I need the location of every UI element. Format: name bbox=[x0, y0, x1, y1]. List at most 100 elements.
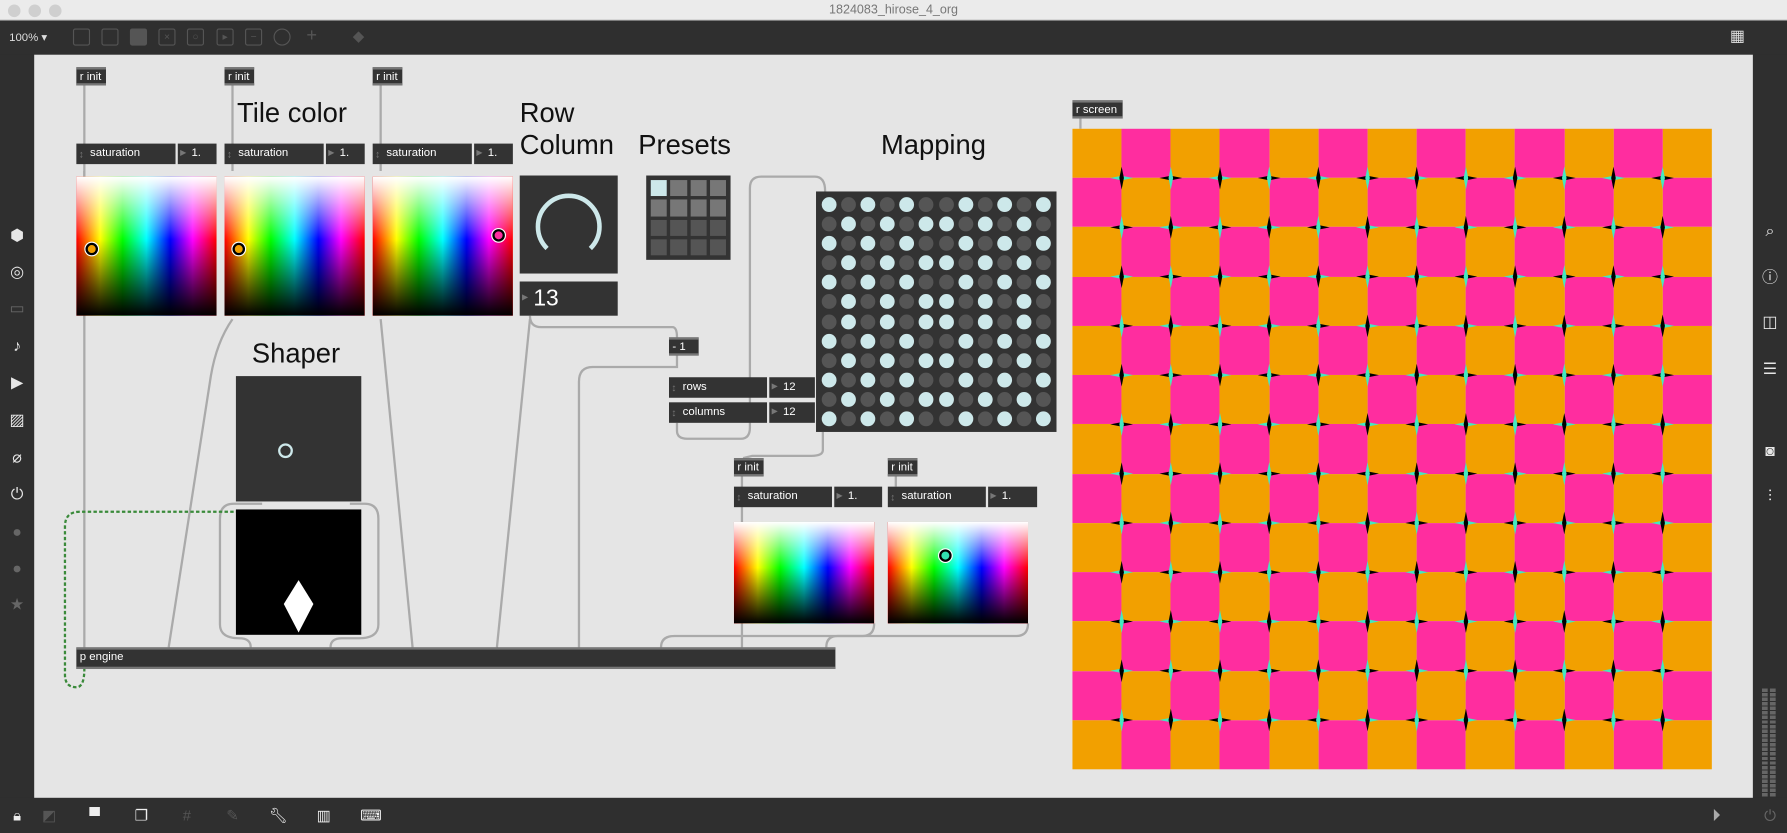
star-mark bbox=[1660, 413, 1665, 436]
star-mark bbox=[1463, 363, 1469, 387]
star-mark bbox=[1266, 363, 1272, 387]
star-mark bbox=[1266, 511, 1272, 535]
star-mark bbox=[1660, 314, 1665, 338]
star-mark bbox=[1562, 659, 1567, 683]
star-mark bbox=[1611, 166, 1616, 190]
star-mark bbox=[1611, 363, 1616, 387]
star-mark bbox=[1414, 610, 1420, 633]
star-mark bbox=[1414, 363, 1420, 387]
star-mark bbox=[1463, 265, 1469, 288]
star-mark bbox=[1512, 659, 1518, 683]
star-mark bbox=[1266, 560, 1272, 584]
star-mark bbox=[1168, 413, 1174, 436]
star-mark bbox=[1217, 462, 1223, 486]
star-mark bbox=[1463, 708, 1469, 732]
star-mark bbox=[1316, 363, 1321, 387]
star-mark bbox=[1266, 708, 1272, 732]
star-mark bbox=[1365, 166, 1370, 190]
star-mark bbox=[1217, 265, 1223, 288]
star-mark bbox=[1217, 413, 1223, 436]
star-mark bbox=[1168, 166, 1174, 190]
star-mark bbox=[1266, 265, 1272, 288]
star-mark bbox=[1660, 166, 1665, 190]
star-mark bbox=[1119, 265, 1124, 288]
star-mark bbox=[1463, 413, 1469, 436]
star-mark bbox=[1168, 314, 1174, 338]
star-mark bbox=[1463, 215, 1469, 239]
star-mark bbox=[1562, 166, 1567, 190]
star-mark bbox=[1168, 462, 1174, 486]
star-mark bbox=[1660, 462, 1665, 486]
star-mark bbox=[1611, 708, 1616, 732]
star-mark bbox=[1512, 511, 1518, 535]
star-mark bbox=[1414, 215, 1420, 239]
star-mark bbox=[1119, 314, 1124, 338]
star-mark bbox=[1512, 314, 1518, 338]
star-mark bbox=[1414, 511, 1420, 535]
star-mark bbox=[1660, 659, 1665, 683]
star-mark bbox=[1512, 708, 1518, 732]
star-mark bbox=[1660, 708, 1665, 732]
star-mark bbox=[1266, 462, 1272, 486]
star-mark bbox=[1119, 610, 1124, 633]
star-mark bbox=[1611, 610, 1616, 633]
star-mark bbox=[1266, 659, 1272, 683]
star-mark bbox=[1611, 659, 1616, 683]
star-mark bbox=[1463, 610, 1469, 633]
star-mark bbox=[1119, 659, 1124, 683]
star-mark bbox=[1168, 708, 1174, 732]
star-mark bbox=[1217, 215, 1223, 239]
star-mark bbox=[1414, 413, 1420, 436]
star-mark bbox=[1119, 413, 1124, 436]
star-mark bbox=[1562, 511, 1567, 535]
star-mark bbox=[1266, 166, 1272, 190]
star-mark bbox=[1414, 314, 1420, 338]
star-mark bbox=[1611, 413, 1616, 436]
star-mark bbox=[1463, 462, 1469, 486]
star-mark bbox=[1217, 511, 1223, 535]
star-mark bbox=[1168, 265, 1174, 288]
star-mark bbox=[1463, 166, 1469, 190]
color-picker-handle[interactable] bbox=[492, 229, 505, 242]
star-mark bbox=[1611, 265, 1616, 288]
star-mark bbox=[1512, 413, 1518, 436]
star-mark bbox=[1365, 659, 1370, 683]
star-mark bbox=[1562, 462, 1567, 486]
color-picker-handle[interactable] bbox=[232, 242, 246, 256]
star-mark bbox=[1365, 610, 1370, 633]
star-mark bbox=[1365, 511, 1370, 535]
star-mark bbox=[1660, 511, 1665, 535]
star-mark bbox=[1660, 560, 1665, 584]
star-mark bbox=[1266, 215, 1272, 239]
star-mark bbox=[1562, 314, 1567, 338]
star-mark bbox=[1217, 560, 1223, 584]
star-mark bbox=[1316, 560, 1321, 584]
star-mark bbox=[1512, 363, 1518, 387]
star-mark bbox=[1316, 413, 1321, 436]
star-mark bbox=[1512, 610, 1518, 633]
star-mark bbox=[1217, 708, 1223, 732]
star-mark bbox=[1365, 314, 1370, 338]
star-mark bbox=[1512, 560, 1518, 584]
star-mark bbox=[1119, 511, 1124, 535]
star-mark bbox=[1365, 462, 1370, 486]
star-mark bbox=[1316, 265, 1321, 288]
star-mark bbox=[1119, 215, 1124, 239]
star-mark bbox=[1119, 462, 1124, 486]
star-mark bbox=[1168, 610, 1174, 633]
star-mark bbox=[1562, 363, 1567, 387]
star-mark bbox=[1316, 708, 1321, 732]
color-picker-handle[interactable] bbox=[85, 242, 99, 256]
star-mark bbox=[1562, 215, 1567, 239]
star-mark bbox=[1365, 708, 1370, 732]
star-mark bbox=[1562, 708, 1567, 732]
star-mark bbox=[1316, 462, 1321, 486]
star-mark bbox=[1512, 166, 1518, 190]
star-mark bbox=[1512, 265, 1518, 288]
star-mark bbox=[1316, 215, 1321, 239]
star-mark bbox=[1463, 314, 1469, 338]
star-mark bbox=[1611, 215, 1616, 239]
star-mark bbox=[1119, 166, 1124, 190]
color-picker-handle[interactable] bbox=[939, 549, 952, 562]
star-mark bbox=[1217, 610, 1223, 633]
